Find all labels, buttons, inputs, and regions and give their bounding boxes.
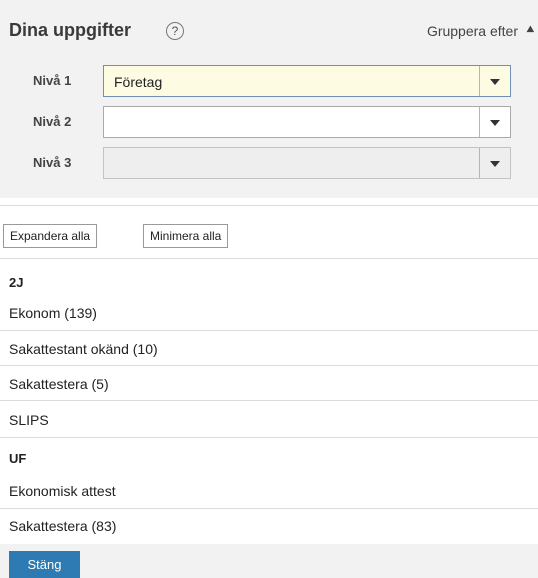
list-item[interactable]: Sakattestera (83) bbox=[9, 518, 116, 534]
divider bbox=[0, 437, 538, 438]
divider bbox=[0, 508, 538, 509]
chevron-down-icon bbox=[490, 161, 500, 167]
level-1-select[interactable]: Företag bbox=[103, 65, 511, 97]
level-1-label: Nivå 1 bbox=[33, 73, 72, 88]
group-header-uf: UF bbox=[9, 451, 27, 466]
level-1-value: Företag bbox=[114, 74, 163, 90]
expand-all-button[interactable]: Expandera alla bbox=[3, 224, 98, 248]
chevron-down-icon bbox=[490, 79, 500, 85]
list-item[interactable]: SLIPS bbox=[9, 412, 49, 428]
divider bbox=[0, 258, 538, 259]
divider bbox=[0, 400, 538, 401]
level-3-label: Nivå 3 bbox=[33, 155, 72, 170]
group-by-toggle[interactable]: Gruppera efter bbox=[427, 23, 518, 39]
group-header-2j: 2J bbox=[9, 275, 24, 290]
level-2-select[interactable] bbox=[103, 106, 511, 138]
list-item[interactable]: Ekonomisk attest bbox=[9, 483, 116, 499]
divider bbox=[0, 205, 538, 206]
close-button[interactable]: Stäng bbox=[9, 551, 80, 578]
list-item[interactable]: Sakattestant okänd (10) bbox=[9, 341, 158, 357]
divider bbox=[0, 330, 538, 331]
level-1-dropdown-button[interactable] bbox=[479, 66, 510, 96]
divider bbox=[0, 365, 538, 366]
double-chevron-up-icon[interactable]: ⯅ bbox=[525, 21, 536, 38]
panel-title: Dina uppgifter bbox=[9, 20, 131, 40]
level-2-dropdown-button[interactable] bbox=[479, 107, 510, 137]
chevron-down-icon bbox=[490, 120, 500, 126]
list-item[interactable]: Ekonom (139) bbox=[9, 305, 97, 321]
level-3-select[interactable] bbox=[103, 147, 511, 179]
help-icon[interactable]: ? bbox=[166, 22, 184, 40]
level-2-label: Nivå 2 bbox=[33, 114, 72, 129]
footer-bar bbox=[0, 544, 538, 578]
group-settings-panel: Dina uppgifter ? Gruppera efter ⯅ Nivå 1… bbox=[0, 0, 538, 198]
list-item[interactable]: Sakattestera (5) bbox=[9, 376, 109, 392]
collapse-all-button[interactable]: Minimera alla bbox=[143, 224, 229, 248]
level-3-dropdown-button[interactable] bbox=[479, 148, 510, 178]
